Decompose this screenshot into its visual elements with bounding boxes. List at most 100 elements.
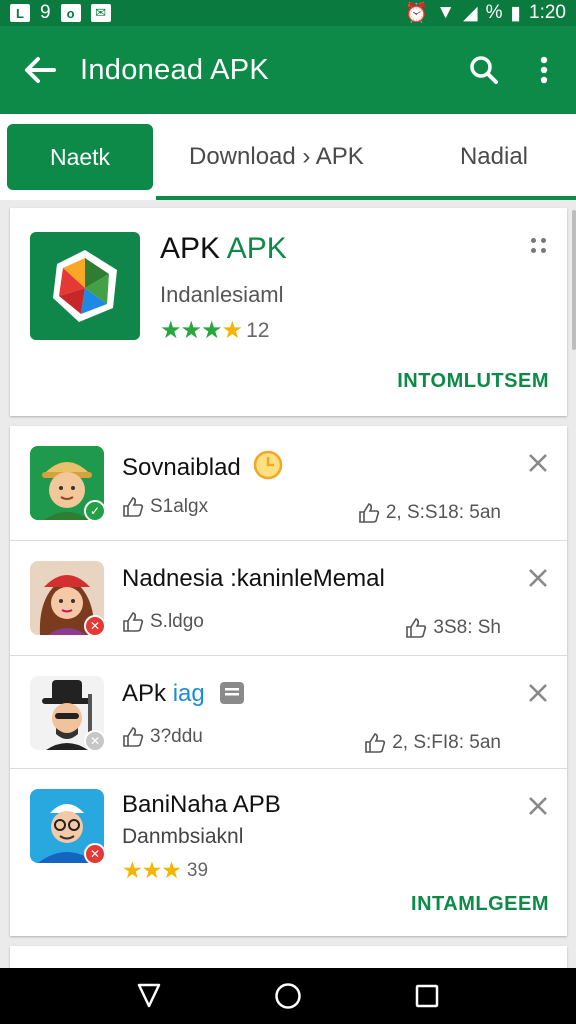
tab-nadial[interactable]: Nadial	[460, 143, 528, 171]
wifi-icon: ▼	[436, 2, 456, 23]
list-item[interactable]: ✓ Sovnaiblad S1algx 2, S:S18: 5an	[10, 426, 567, 541]
list-item[interactable]: ✕ Nadnesia :kaninleMemal S.ldgo 3S8: Sh	[10, 541, 567, 656]
tab-indicator	[156, 196, 576, 200]
avatar: ✓	[30, 446, 106, 522]
battery-percent: %	[485, 2, 503, 23]
featured-app-developer: Indanlesiaml	[160, 282, 284, 307]
list-item[interactable]: ✕ APk iag 3?ddu 2, S:FI8: 5an	[10, 656, 567, 769]
featured-app-icon	[30, 232, 140, 340]
list-item-title: BaniNaha APB	[122, 791, 281, 818]
close-icon	[529, 684, 547, 702]
star-icon: ★	[221, 317, 243, 344]
star-icon: ★	[201, 317, 222, 344]
avatar: ✕	[30, 676, 106, 752]
message-badge-icon	[220, 682, 245, 704]
dismiss-button[interactable]	[523, 448, 553, 478]
thumbs-up-icon	[123, 612, 144, 632]
dismiss-button[interactable]	[523, 791, 553, 821]
camera-icon: o	[60, 4, 81, 22]
list-item-rating: ★★★ 39	[122, 857, 208, 884]
list-item-title-text: APk	[122, 680, 167, 707]
alarm-icon: ⏰	[404, 3, 429, 24]
overflow-menu-button[interactable]	[514, 40, 574, 100]
nav-home-button[interactable]	[258, 968, 318, 1024]
star-icon: ★	[160, 317, 181, 344]
search-button[interactable]	[454, 40, 514, 100]
star-rating: ★★★	[122, 857, 182, 884]
install-button[interactable]: INTAMLGEEM	[411, 893, 549, 916]
app-bar: Indonead APK	[0, 26, 576, 114]
tab-naetk[interactable]: Naetk	[7, 124, 153, 190]
notification-icon: L	[10, 4, 30, 22]
nav-back-button[interactable]	[119, 968, 179, 1024]
list-item-title: APk iag	[122, 680, 245, 708]
status-bar: L 9 o ✉ ⏰ ▼ ◢ % ▮ 1:20	[0, 0, 576, 26]
system-nav-bar	[0, 968, 576, 1024]
rating-count: 39	[186, 859, 209, 881]
list-item-stat: 2, S:FI8: 5an	[364, 732, 501, 754]
thumbs-up-icon	[359, 503, 379, 523]
star-icon: ★	[180, 317, 202, 344]
avatar: ✕	[30, 789, 106, 865]
list-item-meta-text: 3?ddu	[150, 726, 203, 747]
list-item-title-text: Sovnaiblad	[122, 454, 241, 481]
dismiss-button[interactable]	[523, 678, 553, 708]
scrollbar[interactable]	[572, 210, 576, 350]
status-badge: ✕	[84, 843, 106, 865]
thumbs-up-icon	[123, 727, 144, 747]
avatar: ✕	[30, 561, 106, 637]
mail-icon: ✉	[90, 4, 111, 22]
featured-title-accent: APK	[226, 232, 287, 265]
close-icon	[529, 797, 547, 815]
list-item-meta: S1algx	[122, 496, 208, 518]
list-item-stat-text: 3S8: Sh	[433, 617, 501, 638]
star-rating: ★★★★	[160, 316, 243, 345]
star-icon: ★	[141, 857, 163, 883]
list-item-stat-text: 2, S:S18: 5an	[385, 502, 501, 523]
featured-rating: ★★★★ 12	[160, 316, 269, 345]
status-badge: ✕	[84, 615, 106, 637]
app-title: Indonead APK	[80, 53, 270, 86]
notification-count: 9	[40, 2, 51, 23]
list-item-stat: 3S8: Sh	[405, 617, 501, 639]
list-item-developer: Danmbsiaknl	[122, 825, 244, 848]
list-item-title-accent: iag	[172, 680, 205, 707]
star-icon: ★	[122, 857, 143, 883]
thumbs-up-icon	[365, 733, 386, 753]
nav-recents-icon	[415, 984, 438, 1008]
featured-title-primary: APK	[160, 232, 221, 265]
list-item[interactable]: ✕ BaniNaha APB Danmbsiaknl ★★★ 39 INTAML…	[10, 769, 567, 936]
battery-icon: ▮	[510, 2, 522, 24]
nav-back-icon	[138, 983, 161, 1008]
close-icon	[529, 569, 547, 587]
list-item-stat: 2, S:S18: 5an	[358, 502, 501, 524]
back-button[interactable]	[0, 26, 80, 114]
tab-download-apk[interactable]: Download › APK	[189, 143, 364, 171]
more-options-button[interactable]	[529, 236, 549, 256]
clock: 1:20	[529, 2, 566, 23]
back-arrow-icon	[25, 57, 56, 83]
install-button[interactable]: INTOMLUTSEM	[397, 370, 549, 393]
signal-icon: ◢	[463, 2, 478, 24]
list-item-title: Nadnesia :kaninleMemal	[122, 565, 385, 592]
status-badge: ✕	[84, 730, 106, 752]
list-item-title: Sovnaiblad	[122, 450, 283, 482]
status-badge: ✓	[84, 500, 106, 522]
list-item-stat-text: 2, S:FI8: 5an	[392, 732, 501, 753]
featured-app-title: APK APK	[160, 232, 287, 266]
thumbs-up-icon	[123, 497, 144, 517]
featured-app-card[interactable]: APK APK Indanlesiaml ★★★★ 12 INTOMLUTSEM	[10, 208, 567, 416]
list-item-meta: S.ldgo	[122, 611, 204, 633]
close-icon	[529, 454, 547, 472]
star-icon: ★	[161, 857, 182, 883]
list-item-meta-text: S1algx	[150, 496, 209, 517]
nav-home-icon	[275, 983, 301, 1009]
app-list: ✓ Sovnaiblad S1algx 2, S:S18: 5an ✕ Nadn…	[10, 426, 567, 936]
overflow-menu-icon	[540, 56, 548, 84]
polygon-logo-icon	[53, 250, 117, 322]
nav-recents-button[interactable]	[397, 968, 457, 1024]
rating-count: 12	[246, 318, 270, 342]
dismiss-button[interactable]	[523, 563, 553, 593]
list-item-meta: 3?ddu	[122, 726, 203, 748]
thumbs-up-icon	[406, 618, 427, 638]
